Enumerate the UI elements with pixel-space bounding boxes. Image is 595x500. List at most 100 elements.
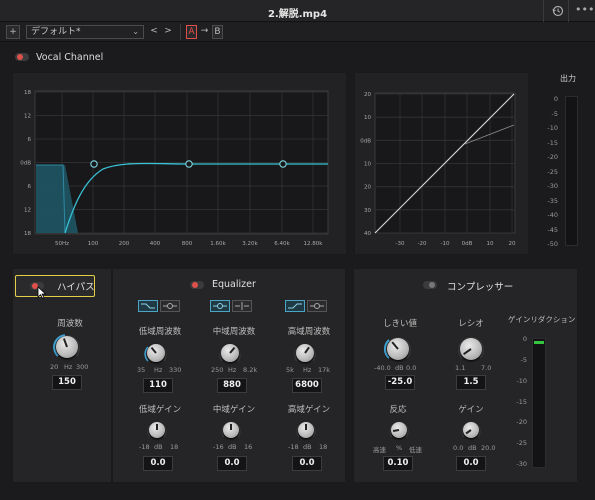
eq-band-gain-knob[interactable] <box>293 417 319 446</box>
eq-band-gain-scale-unit: dB <box>228 443 237 451</box>
eq-band-gain-value[interactable]: 0.0 <box>217 456 247 471</box>
low-shelf-filter-button[interactable] <box>138 300 158 312</box>
eq-band-scale-unit: Hz <box>154 366 163 374</box>
compressor-x-tick: 0dB <box>462 241 473 247</box>
makeup-gain-knob[interactable] <box>458 417 484 446</box>
output-meter-tick: -30 <box>547 182 558 190</box>
makeup-gain-scale-min: 0.0 <box>453 444 464 452</box>
eq-band-frequency-label: 中域周波数 <box>212 327 256 337</box>
b-compare-button[interactable]: B <box>212 25 223 39</box>
compressor-x-tick: 20 <box>509 241 516 247</box>
mid-notch-filter-button[interactable] <box>232 300 252 312</box>
highpass-scale-max: 300 <box>76 363 89 371</box>
preset-dropdown[interactable]: デフォルト* ⌄ <box>26 25 144 39</box>
eq-response-graph[interactable]: 18 12 6 0dB 6 12 18 50Hz 100 200 400 800 1.60k 3.20k… <box>13 73 348 256</box>
eq-band-gain-knob[interactable] <box>144 417 170 446</box>
response-scale-min: 高速 <box>373 446 386 454</box>
ratio-scale-min: 1.1 <box>455 364 466 372</box>
eq-band-scale-min: 5k <box>286 366 294 374</box>
gain-reduction-tick: 0 <box>522 335 527 343</box>
a-compare-button[interactable]: A <box>186 25 197 39</box>
ratio-value[interactable]: 1.5 <box>456 375 486 390</box>
compressor-x-tick: -20 <box>418 241 427 247</box>
eq-band-gain-knob[interactable] <box>218 417 244 446</box>
high-bell-filter-button[interactable] <box>307 300 327 312</box>
output-meter <box>565 96 578 246</box>
gain-reduction-tick: -10 <box>516 376 527 385</box>
response-scale-unit: % <box>396 444 403 452</box>
eq-band-frequency-label: 低域周波数 <box>138 327 182 337</box>
eq-band-scale-max: 17k <box>318 366 331 374</box>
eq-band-gain-label: 低域ゲイン <box>138 405 182 415</box>
response-value[interactable]: 0.10 <box>383 456 413 471</box>
highpass-frequency-value[interactable]: 150 <box>52 375 82 390</box>
prev-preset-button[interactable]: < <box>148 25 160 39</box>
eq-x-tick: 1.60k <box>210 241 226 247</box>
highpass-frequency-knob[interactable] <box>50 330 84 367</box>
eq-y-tick: 18 <box>24 231 31 237</box>
title-divider <box>543 0 544 22</box>
highpass-frequency-label: 周波数 <box>57 319 83 329</box>
compressor-y-tick: 30 <box>364 208 371 214</box>
history-icon[interactable] <box>550 3 566 19</box>
low-band-handle[interactable] <box>90 160 98 168</box>
gain-reduction-tick: -30 <box>516 460 527 468</box>
mid-bell-filter-button[interactable] <box>210 300 230 312</box>
output-label: 出力 <box>560 74 576 83</box>
compressor-y-tick: 20 <box>364 185 371 191</box>
copy-a-to-b-button[interactable]: → <box>199 25 210 39</box>
eq-band-scale-min: 250 <box>211 366 224 374</box>
threshold-scale-max: 0.0 <box>406 364 417 372</box>
response-label: 反応 <box>389 405 407 415</box>
high-shelf-filter-button[interactable] <box>285 300 305 312</box>
eq-band-frequency-value[interactable]: 880 <box>217 378 247 393</box>
output-meter-tick: -25 <box>547 167 558 176</box>
output-meter-tick: 0 <box>553 95 558 103</box>
equalizer-toggle[interactable] <box>190 281 204 289</box>
window-title: 2.解脱.mp4 <box>267 9 328 20</box>
response-knob[interactable] <box>386 417 412 446</box>
eq-x-tick: 400 <box>150 241 161 247</box>
threshold-value[interactable]: -25.0 <box>385 375 415 390</box>
eq-x-tick: 12.80k <box>304 241 324 247</box>
gain-reduction-scale: 0 -5 -10 -15 -20 -25 -30 <box>515 335 529 475</box>
eq-band-gain-value[interactable]: 0.0 <box>292 456 322 471</box>
compressor-x-tick: 10 <box>487 241 494 247</box>
compressor-y-tick: 10 <box>364 115 371 121</box>
ratio-label: レシオ <box>458 319 484 329</box>
vocal-channel-toggle[interactable] <box>15 53 29 61</box>
cursor-icon <box>37 286 47 302</box>
add-button[interactable]: + <box>6 25 20 39</box>
output-meter-tick: -45 <box>547 225 558 234</box>
eq-band-frequency-label: 高域周波数 <box>287 327 331 337</box>
compressor-toggle[interactable] <box>423 281 437 289</box>
eq-band-gain-scale-min: -18 <box>288 443 299 451</box>
eq-band-scale-unit: Hz <box>303 366 312 374</box>
eq-y-tick: 0dB <box>20 161 31 167</box>
gain-reduction-label: ゲインリダクション <box>508 315 576 324</box>
output-scale: 0 -5 -10 -15 -20 -25 -30 -35 -40 -45 -50 <box>540 95 560 250</box>
more-options-icon[interactable]: ••• <box>575 3 594 19</box>
vocal-channel-label: Vocal Channel <box>36 52 104 63</box>
eq-band-gain-scale-max: 18 <box>170 443 179 451</box>
eq-band-gain-scale-min: -16 <box>213 443 224 451</box>
eq-band-gain-value[interactable]: 0.0 <box>143 456 173 471</box>
chevron-down-icon: ⌄ <box>132 27 139 36</box>
highpass-scale-min: 20 <box>50 363 59 371</box>
eq-band-frequency-value[interactable]: 110 <box>143 378 173 393</box>
makeup-gain-value[interactable]: 0.0 <box>456 456 486 471</box>
compressor-x-tick: -30 <box>396 241 405 247</box>
output-meter-tick: -5 <box>551 109 558 118</box>
high-band-handle[interactable] <box>279 160 287 168</box>
compressor-y-tick: 0dB <box>360 138 371 144</box>
eq-band-frequency-value[interactable]: 6800 <box>292 378 322 393</box>
low-bell-filter-button[interactable] <box>160 300 180 312</box>
next-preset-button[interactable]: > <box>162 25 174 39</box>
eq-band-gain-scale-unit: dB <box>303 443 312 451</box>
mid-band-handle[interactable] <box>185 160 193 168</box>
eq-x-tick: 3.20k <box>242 241 258 247</box>
eq-x-tick: 50Hz <box>55 241 69 247</box>
compressor-x-tick: -10 <box>441 241 450 247</box>
eq-band-gain-scale-unit: dB <box>154 443 163 451</box>
eq-band-scale-unit: Hz <box>228 366 237 374</box>
